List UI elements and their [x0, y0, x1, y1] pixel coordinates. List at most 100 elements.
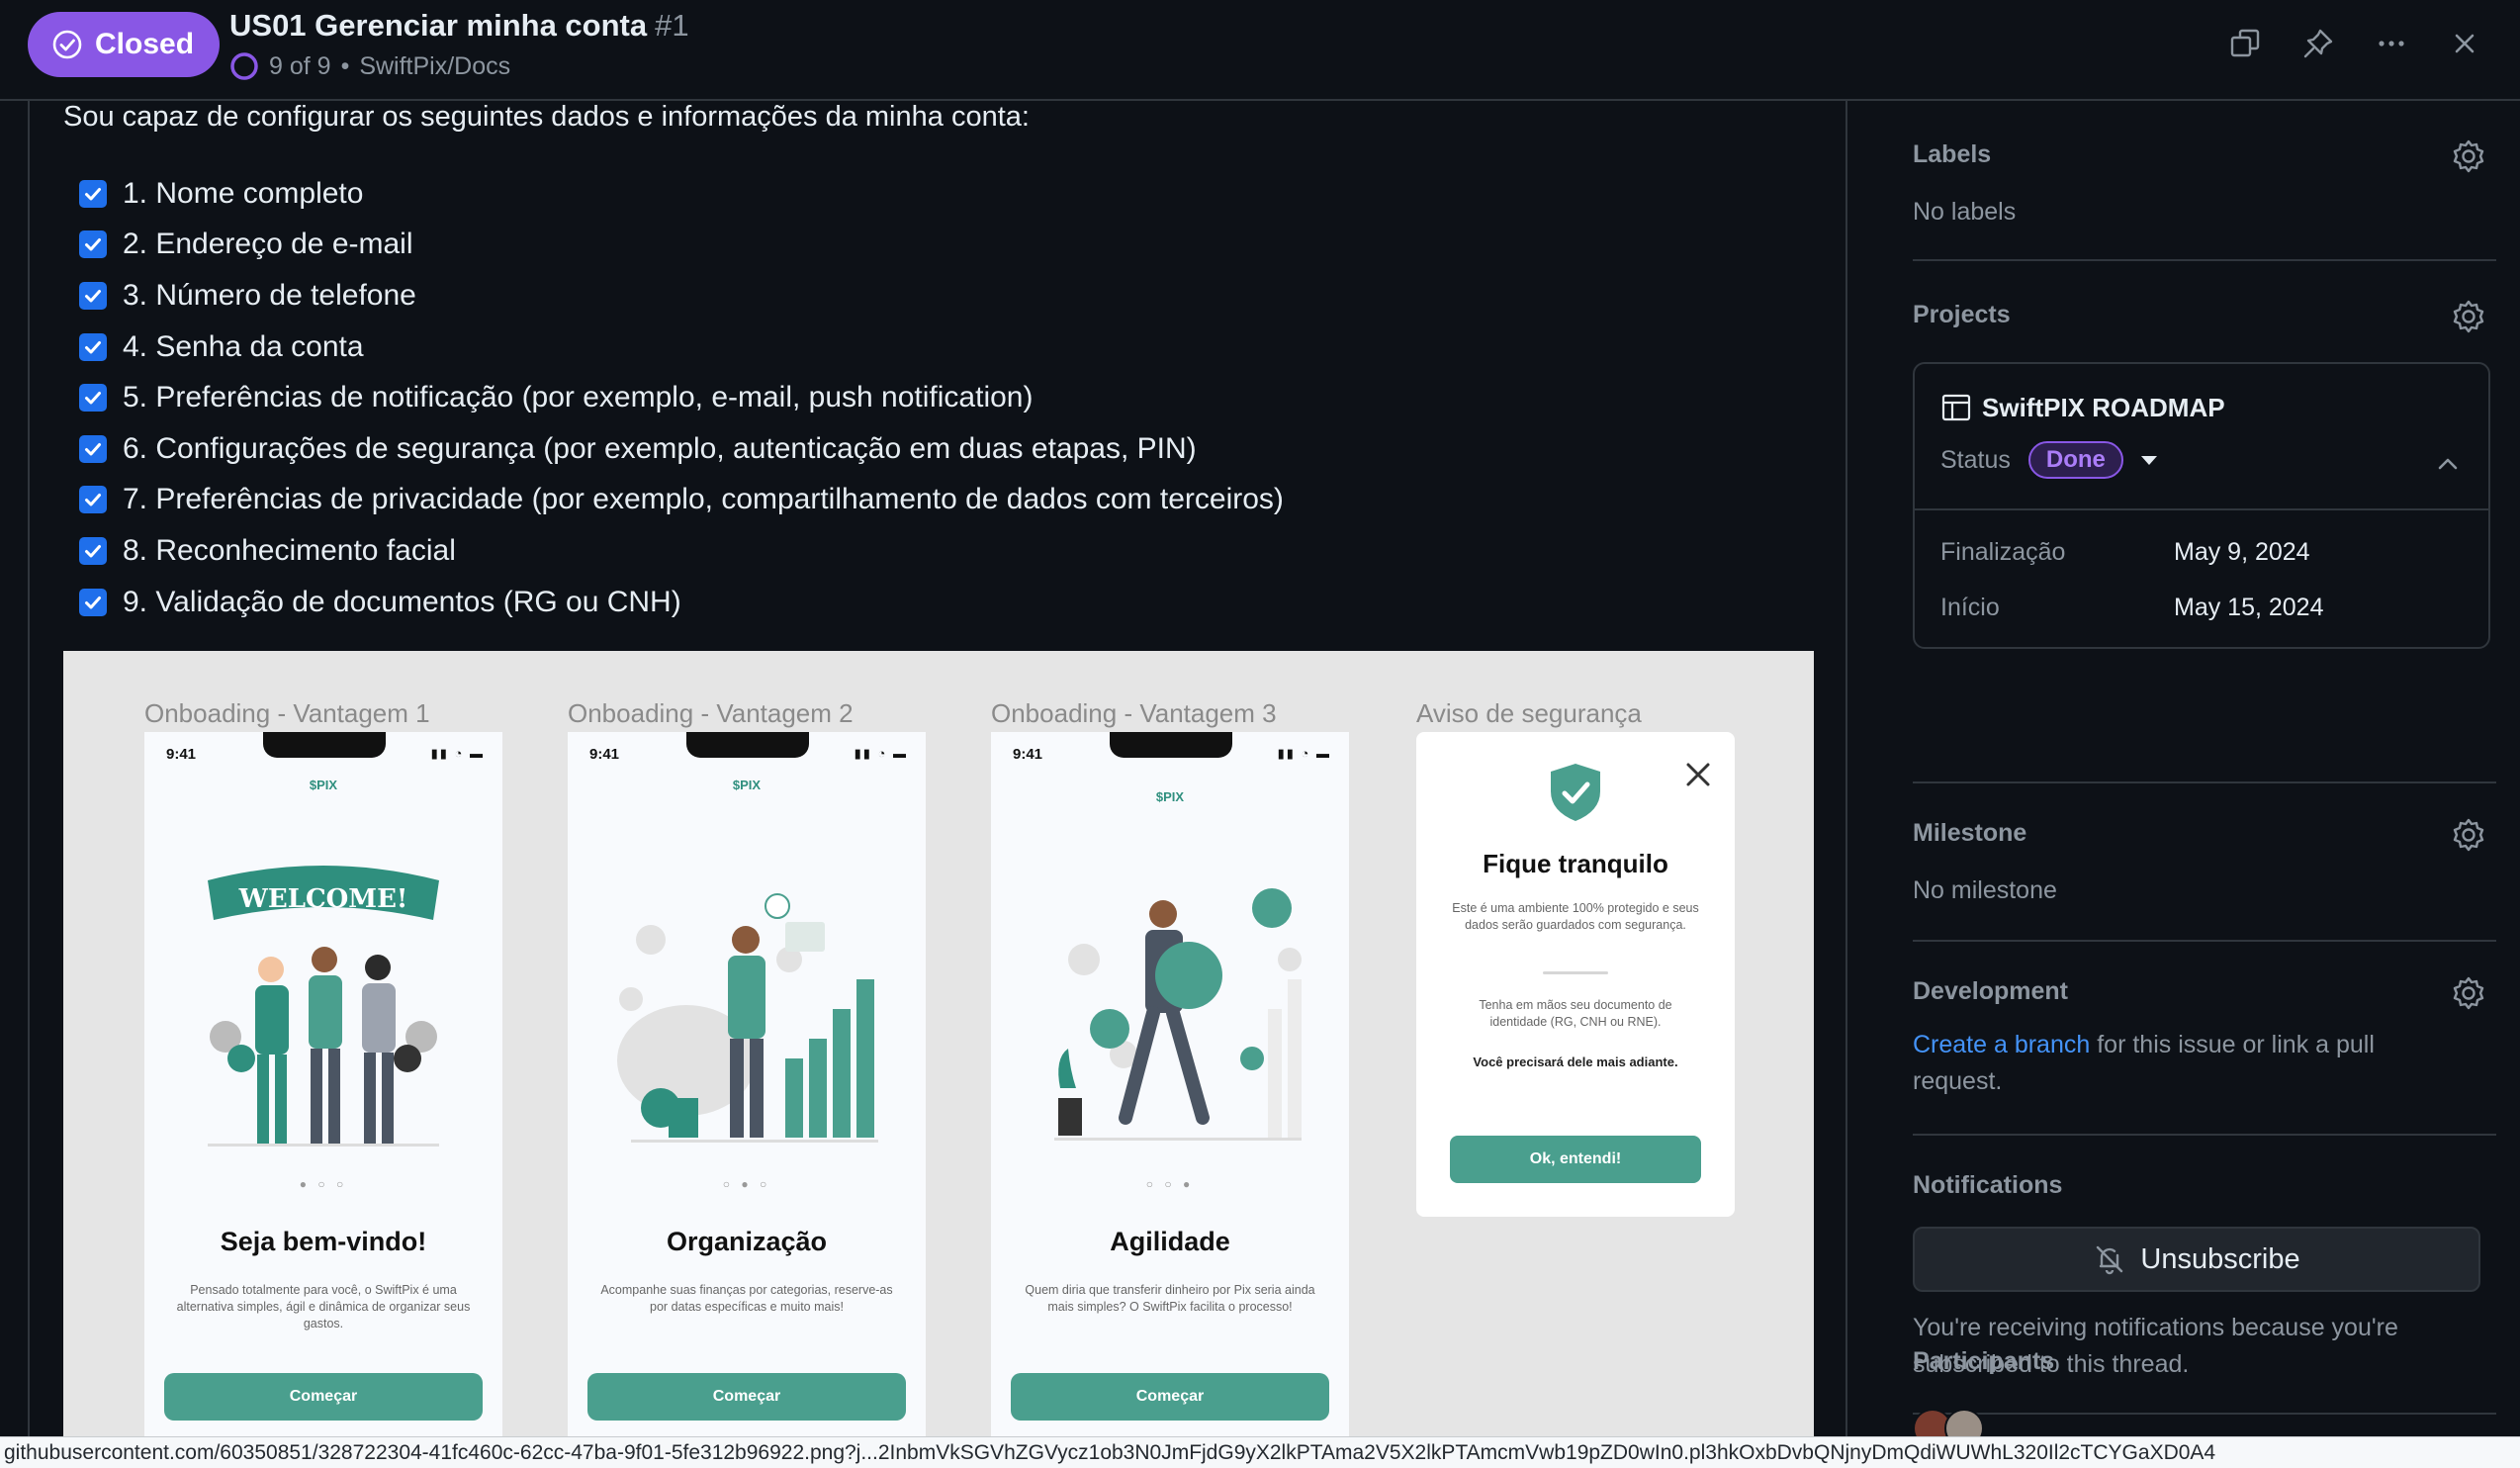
task-item: 8. Reconhecimento facial	[79, 525, 1284, 577]
closed-check-icon	[52, 30, 82, 59]
milestone-value: No milestone	[1913, 876, 2057, 904]
status-icons: ▮▮ ◔ ▬	[430, 746, 485, 761]
field-value[interactable]: May 9, 2024	[2174, 538, 2310, 567]
create-branch-link[interactable]: Create a branch	[1913, 1031, 2090, 1058]
status-icons: ▮▮ ◔ ▬	[1277, 746, 1331, 761]
unsubscribe-label: Unsubscribe	[2140, 1242, 2300, 1275]
task-item: 4. Senha da conta	[79, 321, 1284, 373]
gear-icon[interactable]	[2451, 138, 2486, 174]
frame-description: Quem diria que transferir dinheiro por P…	[1025, 1283, 1315, 1314]
task-text: 8. Reconhecimento facial	[123, 533, 456, 567]
security-desc: Este é uma ambiente 100% protegido e seu…	[1452, 901, 1699, 932]
gear-icon[interactable]	[2451, 817, 2486, 853]
status-pill[interactable]: Done	[2027, 441, 2123, 479]
issue-subline: 9 of 9 • SwiftPix/Docs	[229, 51, 510, 81]
task-list: 1. Nome completo 2. Endereço de e-mail 3…	[79, 168, 1284, 627]
state-badge-closed: Closed	[28, 12, 221, 77]
checkbox-icon	[85, 289, 101, 303]
security-title: Fique tranquilo	[1483, 849, 1668, 878]
start-button: Começar	[164, 1373, 483, 1421]
task-checkbox[interactable]	[79, 230, 107, 259]
project-name: SwiftPIX ROADMAP	[1982, 392, 2225, 422]
chevron-down-icon[interactable]	[2140, 455, 2157, 465]
divider	[1915, 508, 2488, 510]
task-text: 4. Senha da conta	[123, 329, 364, 363]
field-value[interactable]: May 15, 2024	[2174, 594, 2324, 622]
status-row: Status Done	[1940, 441, 2157, 479]
phone-notch	[1110, 732, 1232, 758]
issue-title-text: US01 Gerenciar minha conta	[229, 8, 648, 43]
projects-heading: Projects	[1913, 301, 2011, 328]
frame-description: Acompanhe suas finanças por categorias, …	[600, 1283, 893, 1314]
field-name: Finalização	[1940, 538, 2066, 566]
task-checkbox[interactable]	[79, 384, 107, 413]
labels-value: No labels	[1913, 198, 2017, 226]
page-indicator: ○ ● ○	[722, 1177, 771, 1191]
checkbox-icon	[85, 544, 101, 558]
status-label: Status	[1940, 445, 2011, 474]
projects-section: Projects SwiftPIX ROADMAP Status Done Fi…	[1913, 261, 2496, 783]
project-link[interactable]: SwiftPIX ROADMAP	[1940, 392, 2225, 423]
body-intro: Sou capaz de configurar os seguintes dad…	[63, 101, 1030, 133]
bell-slash-icon	[2097, 1245, 2123, 1275]
task-text: 3. Número de telefone	[123, 278, 416, 312]
copy-button[interactable]	[2223, 22, 2267, 65]
pin-icon	[2303, 29, 2333, 58]
security-notice-card: Fique tranquilo Este é uma ambiente 100%…	[1416, 732, 1735, 1217]
milestone-section: Milestone No milestone	[1913, 783, 2496, 942]
task-item: 3. Número de telefone	[79, 270, 1284, 321]
notifications-heading: Notifications	[1913, 1171, 2063, 1199]
task-text: 7. Preferências de privacidade (por exem…	[123, 483, 1284, 516]
more-button[interactable]	[2370, 22, 2413, 65]
frame-label: Onboading - Vantagem 2	[568, 698, 854, 728]
gear-icon[interactable]	[2451, 299, 2486, 334]
task-checkbox[interactable]	[79, 536, 107, 565]
checkbox-icon	[85, 442, 101, 456]
task-checkbox[interactable]	[79, 434, 107, 463]
phone-time: 9:41	[166, 746, 197, 763]
repo-link[interactable]: SwiftPix/Docs	[359, 52, 510, 81]
issue-number: #1	[655, 8, 689, 43]
unsubscribe-button[interactable]: Unsubscribe	[1913, 1227, 2480, 1292]
close-icon	[1686, 763, 1710, 786]
shield-check-icon	[1551, 764, 1600, 821]
welcome-banner-text: WELCOME!	[238, 884, 408, 914]
state-label: Closed	[95, 28, 195, 60]
app-logo: $PIX	[732, 778, 762, 792]
more-icon	[2379, 41, 2404, 46]
checkbox-icon	[85, 340, 101, 354]
task-checkbox[interactable]	[79, 588, 107, 616]
frame-label: Aviso de segurança	[1416, 698, 1642, 728]
gear-icon[interactable]	[2451, 975, 2486, 1011]
task-checkbox[interactable]	[79, 179, 107, 208]
task-checkbox[interactable]	[79, 281, 107, 310]
close-button[interactable]	[2443, 22, 2486, 65]
development-section: Development Create a branch for this iss…	[1913, 942, 2496, 1136]
task-item: 5. Preferências de notificação (por exem…	[79, 372, 1284, 423]
ok-button: Ok, entendi!	[1450, 1136, 1701, 1183]
link-preview-statusbar: githubusercontent.com/60350851/328722304…	[0, 1436, 2520, 1468]
frame-description: Pensado totalmente para você, o SwiftPix…	[176, 1283, 471, 1330]
issue-title: US01 Gerenciar minha conta #1	[229, 8, 689, 44]
start-button: Começar	[587, 1373, 906, 1421]
page-indicator: ● ○ ○	[299, 1177, 348, 1191]
phone-frame-welcome: 9:41 ▮▮ ◔ ▬ $PIX WELCOME! ● ○ ○ Seja bem…	[144, 732, 502, 1438]
task-progress[interactable]: 9 of 9	[269, 52, 331, 81]
close-icon	[2455, 34, 2475, 53]
task-checkbox[interactable]	[79, 332, 107, 361]
pin-button[interactable]	[2296, 22, 2340, 65]
task-text: 6. Configurações de segurança (por exemp…	[123, 431, 1197, 465]
task-item: 9. Validação de documentos (RG ou CNH)	[79, 577, 1284, 628]
attached-mockup-image[interactable]: Onboading - Vantagem 1 9:41 ▮▮ ◔ ▬ $PIX …	[63, 651, 1814, 1438]
frame-title: Agilidade	[1110, 1227, 1230, 1256]
checkbox-icon	[85, 187, 101, 201]
organization-illustration	[617, 893, 878, 1143]
issue-body: Sou capaz de configurar os seguintes dad…	[28, 101, 1847, 1438]
progress-ring-icon	[230, 52, 258, 80]
chevron-up-icon[interactable]	[2433, 449, 2463, 479]
task-checkbox[interactable]	[79, 486, 107, 514]
frame-label: Onboading - Vantagem 1	[144, 698, 430, 728]
task-text: 9. Validação de documentos (RG ou CNH)	[123, 585, 681, 618]
frame-title: Seja bem-vindo!	[220, 1227, 427, 1256]
phone-frame-organization: 9:41 ▮▮ ◔ ▬ $PIX ○ ● ○ Organização Acomp…	[568, 732, 926, 1438]
